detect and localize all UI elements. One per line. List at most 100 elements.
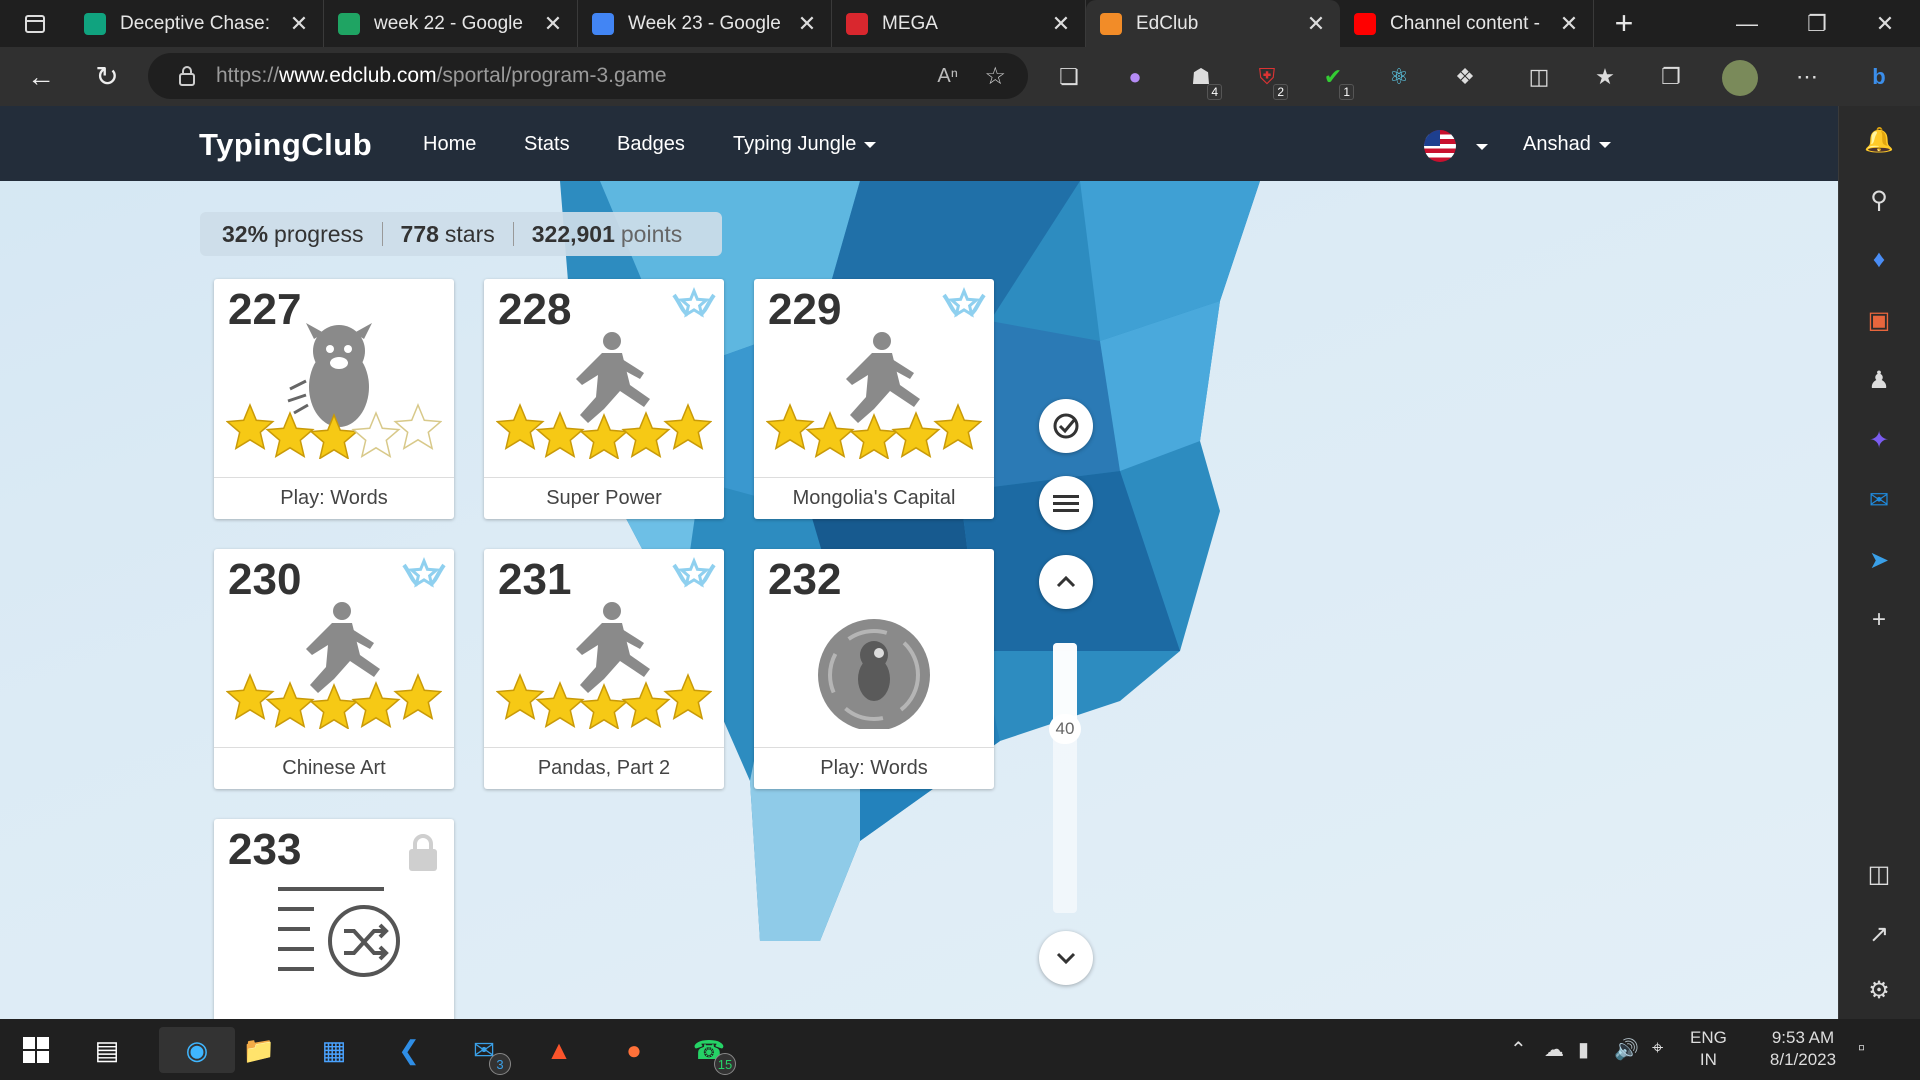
url-prefix: https:// [216,64,280,87]
clock[interactable]: 9:53 AM 8/1/2023 [1748,1027,1858,1071]
tab-close-icon[interactable]: ✕ [1306,11,1326,37]
star-rating [496,673,712,729]
read-aloud-icon[interactable]: Aⁿ [937,65,958,88]
lesson-card[interactable]: 231 Pandas, Part 2 [484,549,724,789]
user-menu[interactable]: Anshad [1523,133,1611,156]
games-icon[interactable]: ♟ [1861,362,1897,398]
tab-close-icon[interactable]: ✕ [1559,11,1579,37]
restore-button[interactable]: ❐ [1782,0,1852,47]
new-tab-button[interactable]: + [1594,5,1654,42]
lesson-card[interactable]: 227 Play: Words [214,279,454,519]
edge-taskbar-icon[interactable]: ◉ [159,1027,235,1073]
mail-icon[interactable]: ✉ 3 [461,1027,511,1075]
onedrive-cloud-icon[interactable]: ☁ [1544,1037,1564,1062]
address-bar[interactable]: https://www.edclub.com/sportal/program-3… [148,53,1028,99]
split-screen-icon[interactable]: ◫ [1522,60,1556,94]
language-flag-icon[interactable] [1424,130,1456,162]
sidebar-toggle-icon[interactable]: ◫ [1861,856,1897,892]
menu-button[interactable] [1039,476,1093,530]
outlook-icon[interactable]: ✉ [1861,482,1897,518]
shopping-tag-icon[interactable]: ♦ [1861,242,1897,278]
site-logo[interactable]: TypingClub [199,127,372,163]
progress-percent: 32% [222,220,269,247]
scroll-up-button[interactable] [1039,555,1093,609]
ublock-icon[interactable]: ⛨ 2 [1250,60,1288,100]
progress-percent-label: progress [274,220,364,247]
battery-icon[interactable]: ▮ [1578,1037,1589,1062]
extensions-icon[interactable]: ❖ [1448,60,1482,94]
volume-icon[interactable]: 🔊 [1614,1037,1639,1062]
nav-typing-jungle[interactable]: Typing Jungle [733,133,877,156]
star-filled-icon [535,411,585,458]
level-indicator: 40 [1049,714,1081,744]
tab-close-icon[interactable]: ✕ [1051,11,1071,37]
tab-close-icon[interactable]: ✕ [543,11,563,37]
browser-tab[interactable]: MEGA ✕ [832,0,1086,47]
tools-icon[interactable]: ▣ [1861,302,1897,338]
search-icon[interactable]: ⚲ [1861,182,1897,218]
level-scrollbar[interactable] [1053,643,1077,913]
brave-icon[interactable]: ▲ [536,1027,582,1073]
collections-icon[interactable]: ❐ [1654,60,1688,94]
settings-gear-icon[interactable]: ⚙ [1861,972,1897,1008]
clock-time: 9:53 AM [1771,1028,1835,1047]
react-devtools-icon[interactable]: ⚛ [1382,60,1416,94]
refresh-button[interactable]: ↻ [74,47,140,106]
send-icon[interactable]: ➤ [1861,542,1897,578]
windows-start-icon[interactable] [13,1027,59,1073]
back-button[interactable]: ← [8,47,74,106]
purple-ext-icon[interactable]: ● [1118,60,1152,94]
game-character-icon [754,589,994,731]
ghost-ext-icon[interactable]: ☗ 4 [1184,60,1222,100]
file-explorer-icon[interactable]: 📁 [236,1027,282,1073]
shield-ext-icon[interactable]: ✔ 1 [1316,60,1354,100]
store-icon[interactable]: ▦ [311,1027,357,1073]
tab-close-icon[interactable]: ✕ [797,11,817,37]
close-window-button[interactable]: ✕ [1850,0,1920,47]
whatsapp-icon[interactable]: ☎ 15 [686,1027,736,1075]
lesson-card[interactable]: 230 Chinese Art [214,549,454,789]
language-chevron-icon[interactable] [1476,144,1488,150]
show-hidden-icons-icon[interactable]: ⌃ [1510,1037,1527,1062]
add-icon[interactable]: + [1861,602,1897,638]
nav-stats[interactable]: Stats [524,133,570,156]
chevron-up-icon [1056,575,1076,588]
web-page: TypingClub Home Stats Badges Typing Jung… [0,106,1838,1019]
nav-badges[interactable]: Badges [617,133,685,156]
language-indicator[interactable]: ENG IN [1690,1027,1727,1071]
tab-actions-button[interactable] [0,0,70,47]
lesson-card[interactable]: 232 Play: Words [754,549,994,789]
notifications-icon[interactable]: ▫ [1858,1037,1865,1060]
edge-sidebar: 🔔 ⚲ ♦ ▣ ♟ ✦ ✉ ➤ + ◫ ↗ ⚙ [1838,106,1920,1019]
nav-home[interactable]: Home [423,133,476,156]
winged-star-badge-icon [942,287,986,321]
favorites-icon[interactable]: ★ [1588,60,1622,94]
goal-check-button[interactable] [1039,399,1093,453]
profile-avatar[interactable] [1722,60,1758,96]
bell-icon[interactable]: 🔔 [1861,122,1897,158]
favorite-star-icon[interactable]: ☆ [984,62,1006,91]
more-menu-icon[interactable]: ⋯ [1790,60,1824,94]
tab-close-icon[interactable]: ✕ [289,11,309,37]
browser-tab[interactable]: week 22 - Google D ✕ [324,0,578,47]
bing-copilot-icon[interactable]: b [1862,60,1896,94]
minimize-button[interactable]: — [1712,0,1782,47]
open-external-icon[interactable]: ↗ [1861,916,1897,952]
ext3-badge: 1 [1339,84,1354,100]
lesson-card[interactable]: 229 Mongolia's Capital [754,279,994,519]
collections-ext-icon[interactable]: ❏ [1052,60,1086,94]
microsoft365-icon[interactable]: ✦ [1861,422,1897,458]
wifi-icon[interactable]: ⌖ [1652,1037,1663,1060]
vscode-icon[interactable]: ❮ [386,1027,432,1073]
scroll-down-button[interactable] [1039,931,1093,985]
browser-tab[interactable]: Channel content - Y ✕ [1340,0,1594,47]
browser-tab[interactable]: EdClub ✕ [1086,0,1340,47]
browser-tab[interactable]: Deceptive Chase: "C ✕ [70,0,324,47]
lesson-card[interactable]: 233 [214,819,454,1019]
lesson-card[interactable]: 228 Super Power [484,279,724,519]
star-filled-icon [933,403,982,450]
firefox-icon[interactable]: ● [611,1027,657,1073]
browser-tab[interactable]: Week 23 - Google D ✕ [578,0,832,47]
task-view-icon[interactable]: ▤ [84,1027,130,1073]
star-filled-icon [496,673,545,720]
